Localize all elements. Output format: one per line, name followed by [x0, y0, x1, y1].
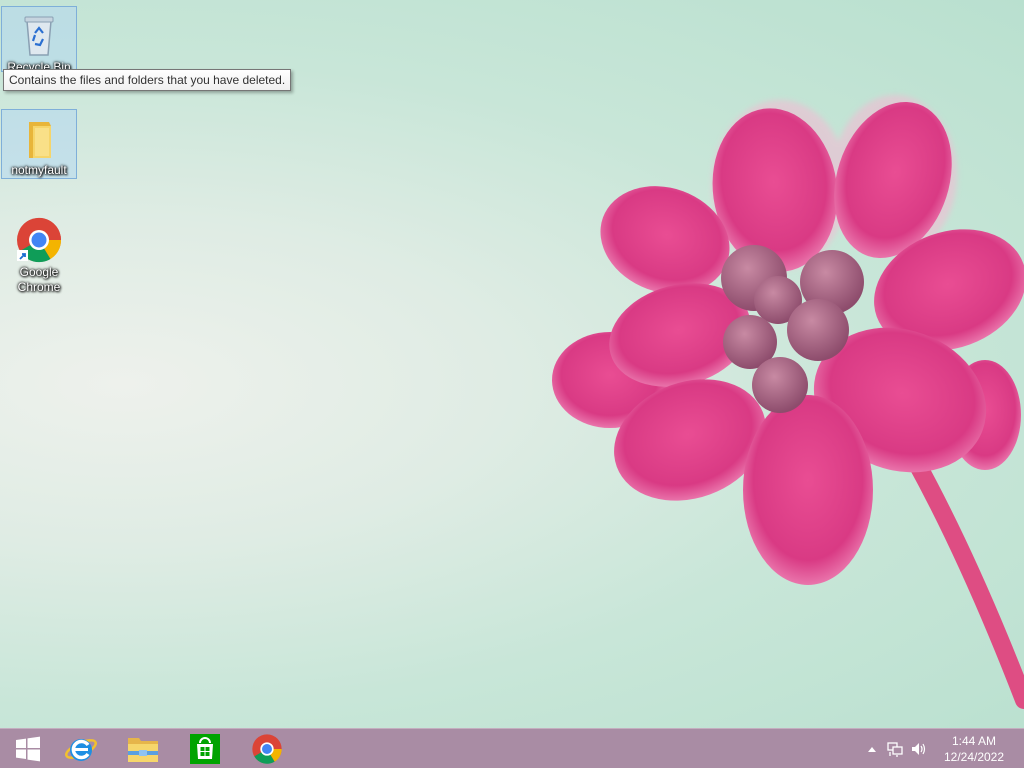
taskbar-internet-explorer[interactable]: [53, 729, 109, 768]
start-button[interactable]: [0, 729, 56, 768]
notmyfault-label: notmyfault: [11, 163, 67, 177]
network-tray-button[interactable]: [884, 729, 906, 768]
chrome-shortcut-icon: [17, 217, 62, 263]
wallpaper-flower: [552, 95, 1024, 709]
volume-tray-button[interactable]: [908, 729, 930, 768]
windows-store-icon: [190, 734, 220, 764]
clock-date: 12/24/2022: [943, 750, 1005, 764]
clock-time: 1:44 AM: [951, 734, 997, 748]
taskbar-windows-store[interactable]: [177, 729, 233, 768]
start-windows-icon: [16, 736, 40, 762]
desktop[interactable]: Recycle Bin Contains the files and folde…: [0, 0, 1024, 768]
notification-area: 1:44 AM 12/24/2022: [864, 729, 1024, 768]
file-explorer-icon: [128, 738, 158, 762]
taskbar-google-chrome[interactable]: [239, 729, 295, 768]
recycle-bin-icon: [24, 16, 54, 56]
clock[interactable]: 1:44 AM 12/24/2022: [938, 733, 1010, 765]
notmyfault-folder-icon[interactable]: notmyfault: [1, 109, 77, 179]
recycle-bin-desktop-icon[interactable]: Recycle Bin: [1, 6, 77, 74]
chrome-icon: [252, 734, 282, 764]
google-chrome-desktop-icon[interactable]: Google Chrome: [1, 212, 77, 298]
folder-icon: [29, 122, 51, 158]
taskbar-file-explorer[interactable]: [115, 729, 171, 768]
network-icon: [887, 742, 903, 757]
taskbar: 1:44 AM 12/24/2022: [0, 728, 1024, 768]
internet-explorer-icon: [65, 739, 97, 761]
volume-icon: [912, 743, 926, 755]
show-hidden-icons-button[interactable]: [864, 729, 880, 768]
recycle-bin-tooltip: Contains the files and folders that you …: [3, 69, 292, 91]
google-chrome-label: Google Chrome: [17, 265, 61, 294]
show-hidden-icons-arrow-icon: [868, 747, 876, 752]
